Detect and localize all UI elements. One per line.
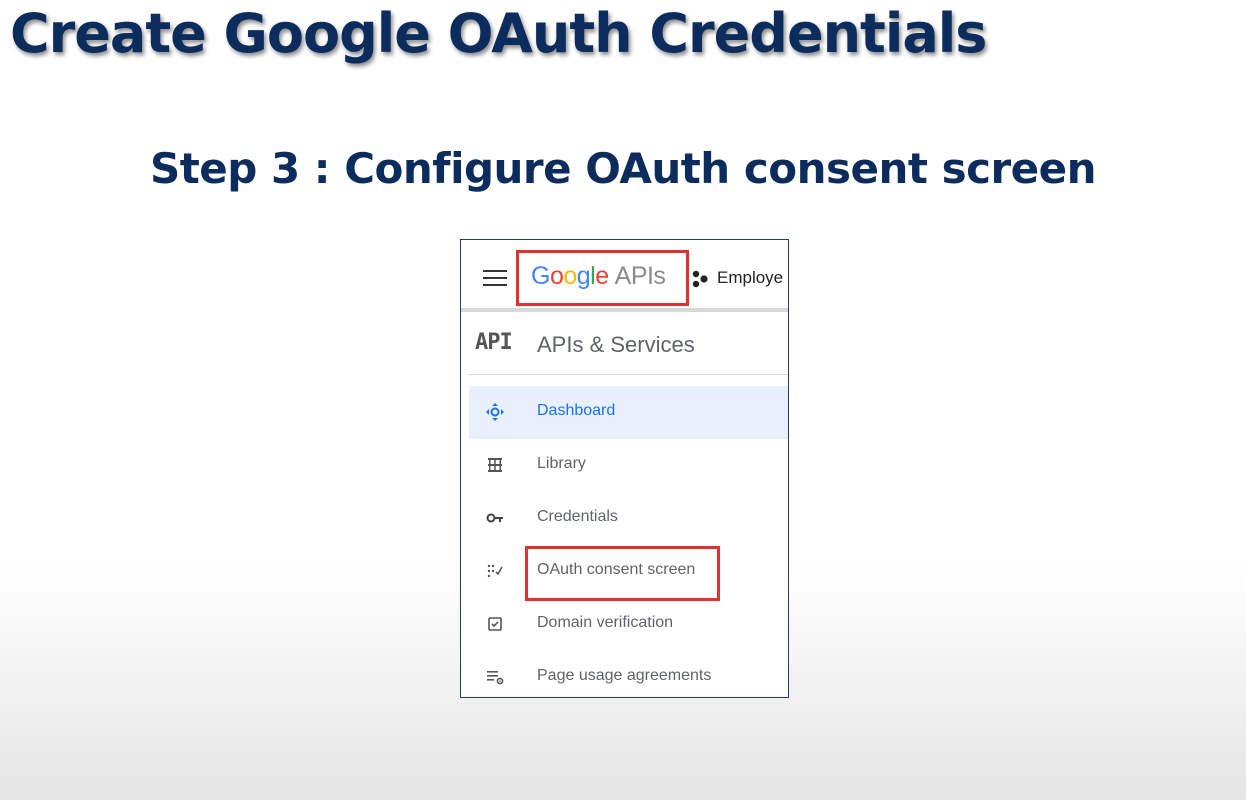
slide-title: Create Google OAuth Credentials [10, 2, 987, 65]
checkbox-icon [488, 617, 502, 631]
google-apis-console-screenshot: Google APIs Employe API APIs & Services D… [460, 239, 789, 698]
console-topbar: Google APIs Employe [461, 240, 788, 312]
consent-screen-icon [487, 564, 503, 578]
nav-item-library[interactable]: Library [469, 439, 788, 492]
nav-label: Page usage agreements [537, 667, 712, 684]
nav-label: Library [537, 455, 586, 472]
project-dots-icon[interactable] [692, 270, 710, 288]
key-icon [486, 513, 503, 523]
hamburger-menu-icon[interactable] [483, 270, 507, 286]
library-icon [488, 458, 502, 472]
nav-item-credentials[interactable]: Credentials [469, 492, 788, 545]
section-header: API APIs & Services [469, 316, 788, 375]
api-logo-icon: API [475, 330, 513, 355]
project-selector[interactable]: Employe [717, 268, 783, 288]
nav-item-dashboard[interactable]: Dashboard [469, 386, 788, 439]
dashboard-icon [486, 403, 504, 421]
nav-label: Domain verification [537, 614, 674, 631]
nav-label: Credentials [537, 508, 618, 525]
nav-item-page-usage-agreements[interactable]: Page usage agreements [469, 651, 788, 697]
slide-subtitle: Step 3 : Configure OAuth consent screen [149, 144, 1097, 193]
logo-highlight-box [516, 250, 689, 306]
section-title: APIs & Services [537, 332, 695, 357]
nav-label: Dashboard [537, 402, 616, 419]
settings-list-icon [487, 671, 504, 685]
oauth-highlight-box [525, 546, 720, 601]
nav-item-domain-verification[interactable]: Domain verification [469, 598, 788, 651]
